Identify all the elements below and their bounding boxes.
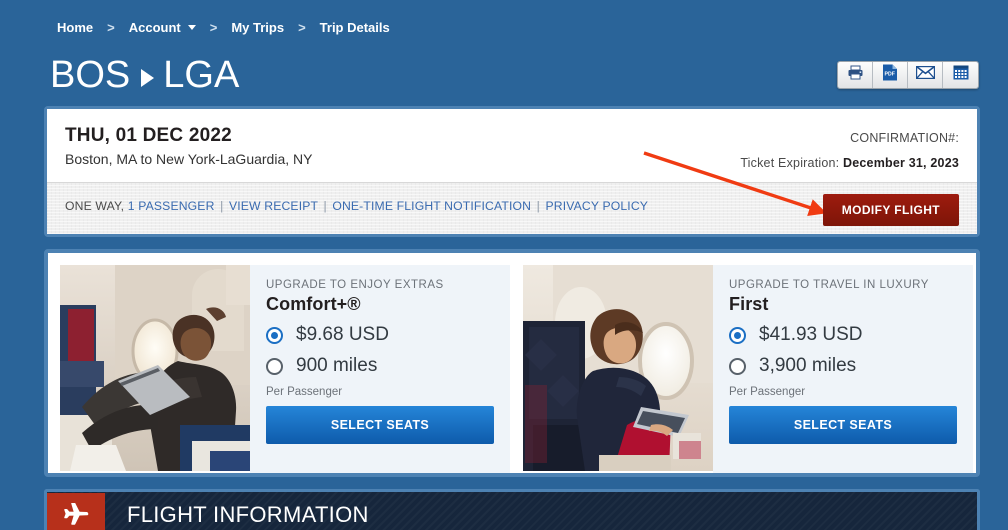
airplane-icon [47, 492, 105, 530]
print-button[interactable] [838, 62, 873, 88]
upgrade-offer-comfort-plus: UPGRADE TO ENJOY EXTRAS Comfort+® $9.68 … [60, 265, 510, 473]
pdf-button[interactable]: PDF [873, 62, 908, 88]
confirmation-block: CONFIRMATION#: Ticket Expiration: Decemb… [740, 131, 959, 181]
destination-code: LGA [163, 54, 240, 96]
confirmation-label: CONFIRMATION#: [850, 131, 959, 145]
upgrade-eyebrow: UPGRADE TO ENJOY EXTRAS [266, 279, 444, 291]
document-action-toolbar: PDF [837, 61, 979, 89]
privacy-policy-link[interactable]: PRIVACY POLICY [545, 199, 648, 213]
email-icon [915, 65, 935, 84]
breadcrumb-item-my-trips[interactable]: My Trips [231, 20, 284, 35]
cabin-photo-comfort-plus [60, 265, 250, 471]
cabin-photo-first [523, 265, 713, 471]
trip-details-page: Home > Account > My Trips > Trip Details… [0, 0, 1008, 530]
radio-unselected-icon[interactable] [729, 357, 746, 375]
link-divider: | [323, 199, 327, 213]
expiration-value: December 31, 2023 [843, 156, 959, 170]
upgrade-option-miles[interactable]: 900 miles [266, 355, 494, 377]
upgrade-option-label: $9.68 USD [296, 324, 389, 345]
trip-date: THU, 01 DEC 2022 [65, 125, 232, 146]
trip-summary-card: THU, 01 DEC 2022 Boston, MA to New York-… [44, 106, 980, 237]
view-receipt-link[interactable]: VIEW RECEIPT [229, 199, 318, 213]
trip-links: ONE WAY, 1 PASSENGER | VIEW RECEIPT | ON… [65, 199, 648, 213]
select-seats-button-comfort-plus[interactable]: SELECT SEATS [266, 406, 494, 444]
radio-selected-icon[interactable] [729, 326, 746, 344]
flight-information-section[interactable]: FLIGHT INFORMATION [44, 489, 980, 530]
upgrade-offers-row: UPGRADE TO ENJOY EXTRAS Comfort+® $9.68 … [48, 253, 976, 473]
upgrade-option-label: 900 miles [296, 355, 378, 376]
calendar-icon [953, 65, 969, 85]
breadcrumb-separator: > [107, 20, 115, 35]
upgrade-option-label: 3,900 miles [759, 355, 857, 376]
chevron-down-icon[interactable] [187, 25, 196, 30]
upgrade-option-miles[interactable]: 3,900 miles [729, 355, 957, 377]
trip-type-label: ONE WAY, [65, 199, 125, 213]
link-divider: | [220, 199, 224, 213]
svg-text:PDF: PDF [885, 72, 895, 78]
radio-unselected-icon[interactable] [266, 357, 283, 375]
flight-information-title: FLIGHT INFORMATION [127, 501, 369, 527]
offer-divider [510, 265, 523, 473]
upgrade-info-comfort-plus: UPGRADE TO ENJOY EXTRAS Comfort+® $9.68 … [250, 265, 510, 473]
breadcrumb-separator: > [209, 20, 218, 35]
modify-flight-button[interactable]: MODIFY FLIGHT [822, 194, 959, 226]
print-icon [847, 65, 864, 85]
upgrade-option-cash[interactable]: $9.68 USD [266, 324, 494, 346]
breadcrumb-item-trip-details[interactable]: Trip Details [320, 20, 390, 35]
select-seats-button-first[interactable]: SELECT SEATS [729, 406, 957, 444]
origin-code: BOS [50, 54, 131, 96]
breadcrumb-item-account[interactable]: Account [129, 20, 181, 35]
pdf-icon: PDF [882, 64, 898, 86]
upgrade-offers-card: UPGRADE TO ENJOY EXTRAS Comfort+® $9.68 … [44, 249, 980, 477]
expiration-label: Ticket Expiration: [740, 156, 840, 170]
trip-actions-bar: ONE WAY, 1 PASSENGER | VIEW RECEIPT | ON… [47, 182, 977, 234]
trip-route-text: Boston, MA to New York-LaGuardia, NY [65, 151, 313, 167]
breadcrumb-separator: > [298, 20, 306, 35]
upgrade-option-cash[interactable]: $41.93 USD [729, 324, 957, 346]
link-divider: | [536, 199, 540, 213]
ticket-expiration: Ticket Expiration: December 31, 2023 [740, 156, 959, 170]
trip-summary-header: THU, 01 DEC 2022 Boston, MA to New York-… [47, 109, 977, 182]
upgrade-title: First [729, 294, 769, 314]
triangle-right-icon [141, 68, 155, 87]
per-passenger-note: Per Passenger [729, 386, 806, 398]
page-title: BOS LGA [50, 54, 239, 97]
breadcrumb: Home > Account > My Trips > Trip Details [57, 20, 390, 35]
upgrade-offer-first: UPGRADE TO TRAVEL IN LUXURY First $41.93… [523, 265, 973, 473]
upgrade-option-label: $41.93 USD [759, 324, 863, 345]
radio-selected-icon[interactable] [266, 326, 283, 344]
upgrade-eyebrow: UPGRADE TO TRAVEL IN LUXURY [729, 279, 929, 291]
calendar-button[interactable] [943, 62, 978, 88]
per-passenger-note: Per Passenger [266, 386, 343, 398]
upgrade-info-first: UPGRADE TO TRAVEL IN LUXURY First $41.93… [713, 265, 973, 473]
breadcrumb-item-home[interactable]: Home [57, 20, 93, 35]
confirmation-number: CONFIRMATION#: [740, 131, 959, 145]
email-button[interactable] [908, 62, 943, 88]
passenger-count-link[interactable]: 1 PASSENGER [128, 199, 215, 213]
flight-notification-link[interactable]: ONE-TIME FLIGHT NOTIFICATION [332, 199, 531, 213]
upgrade-title: Comfort+® [266, 294, 361, 314]
